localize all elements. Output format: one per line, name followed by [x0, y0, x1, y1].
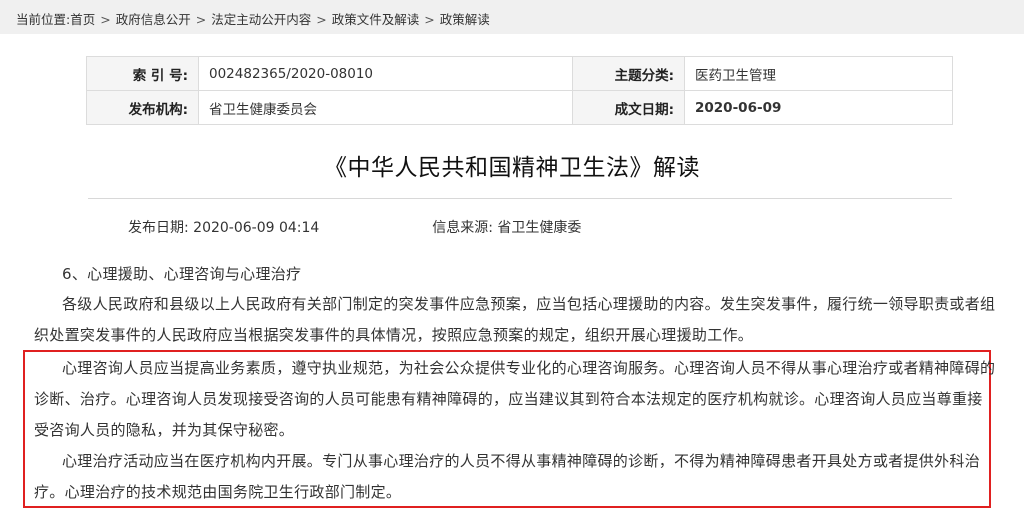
metadata-table: 索 引 号: 002482365/2020-08010 主题分类: 医药卫生管理… [86, 56, 953, 125]
source-value: 省卫生健康委 [497, 220, 582, 236]
index-number-label: 索 引 号: [86, 56, 199, 91]
breadcrumb-item-policy-docs[interactable]: 政策文件及解读 [332, 12, 420, 27]
breadcrumb-item-gov-info[interactable]: 政府信息公开 [116, 12, 191, 27]
breadcrumb-bar: 当前位置:首页 > 政府信息公开 > 法定主动公开内容 > 政策文件及解读 > 政策解读 [0, 0, 1024, 34]
source-label: 信息来源: [432, 220, 493, 236]
breadcrumb-prefix: 当前位置: [16, 12, 71, 27]
written-date-value: 2020-06-09 [684, 90, 953, 125]
title-divider [88, 198, 952, 199]
index-number-value: 002482365/2020-08010 [198, 56, 573, 91]
written-date-label: 成文日期: [572, 90, 685, 125]
category-value: 医药卫生管理 [684, 56, 953, 91]
breadcrumb-separator: > [424, 12, 435, 27]
publisher-value: 省卫生健康委员会 [198, 90, 573, 125]
category-label: 主题分类: [572, 56, 685, 91]
breadcrumb-separator: > [316, 12, 327, 27]
breadcrumb-item-home[interactable]: 首页 [70, 12, 95, 27]
metadata-row: 发布机构: 省卫生健康委员会 成文日期: 2020-06-09 [86, 90, 953, 125]
breadcrumb: 当前位置:首页 > 政府信息公开 > 法定主动公开内容 > 政策文件及解读 > 政策解读 [16, 9, 490, 28]
publisher-label: 发布机构: [86, 90, 199, 125]
paragraph-emergency-plan: 各级人民政府和县级以上人民政府有关部门制定的突发事件应急预案，应当包括心理援助的… [34, 295, 996, 344]
publish-date-value: 2020-06-09 04:14 [193, 220, 320, 236]
publish-info: 发布日期: 2020-06-09 04:14 信息来源: 省卫生健康委 [128, 217, 581, 237]
article-title: 《中华人民共和国精神卫生法》解读 [324, 155, 700, 181]
section-heading: 6、心理援助、心理咨询与心理治疗 [62, 265, 302, 283]
publish-date-label: 发布日期: [128, 220, 189, 236]
breadcrumb-separator: > [195, 12, 207, 27]
breadcrumb-item-policy-interpretation[interactable]: 政策解读 [440, 12, 490, 27]
paragraph-psych-counseling: 心理咨询人员应当提高业务素质，遵守执业规范，为社会公众提供专业化的心理咨询服务。… [34, 359, 996, 439]
metadata-row: 索 引 号: 002482365/2020-08010 主题分类: 医药卫生管理 [86, 56, 953, 91]
breadcrumb-separator: > [100, 12, 111, 27]
paragraph-psych-therapy: 心理治疗活动应当在医疗机构内开展。专门从事心理治疗的人员不得从事精神障碍的诊断，… [34, 452, 981, 501]
breadcrumb-item-statutory-content[interactable]: 法定主动公开内容 [211, 12, 311, 27]
